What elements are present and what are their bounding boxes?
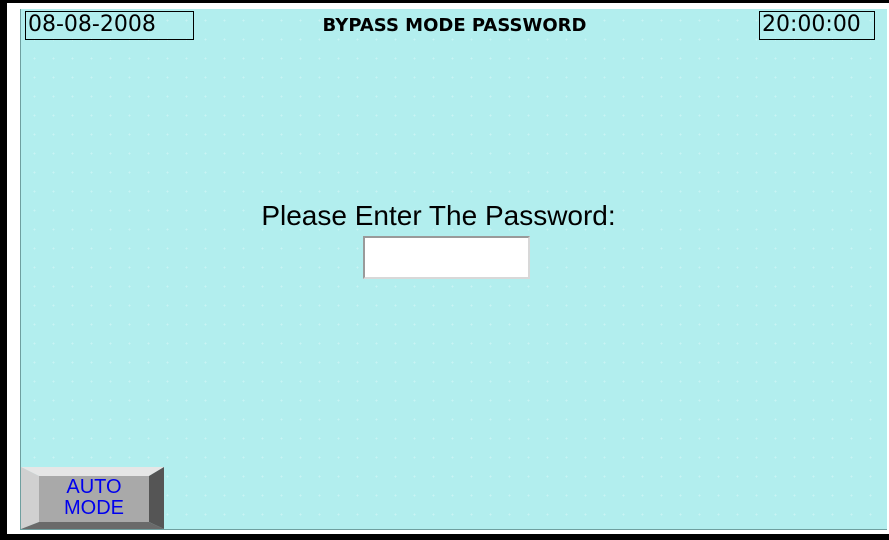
bezel-top <box>0 0 889 3</box>
password-prompt-label: Please Enter The Password: <box>261 200 616 231</box>
bezel-bottom <box>0 534 889 540</box>
screen-title: BYPASS MODE PASSWORD <box>322 15 587 36</box>
password-input[interactable] <box>363 236 530 279</box>
hmi-frame: 08-08-2008 BYPASS MODE PASSWORD 20:00:00… <box>0 0 889 540</box>
auto-mode-button[interactable]: AUTO MODE <box>21 467 164 529</box>
auto-mode-label: AUTO MODE <box>64 476 124 519</box>
time-display: 20:00:00 <box>759 11 875 40</box>
bezel-left <box>0 0 7 540</box>
hmi-screen: 08-08-2008 BYPASS MODE PASSWORD 20:00:00… <box>20 9 887 530</box>
